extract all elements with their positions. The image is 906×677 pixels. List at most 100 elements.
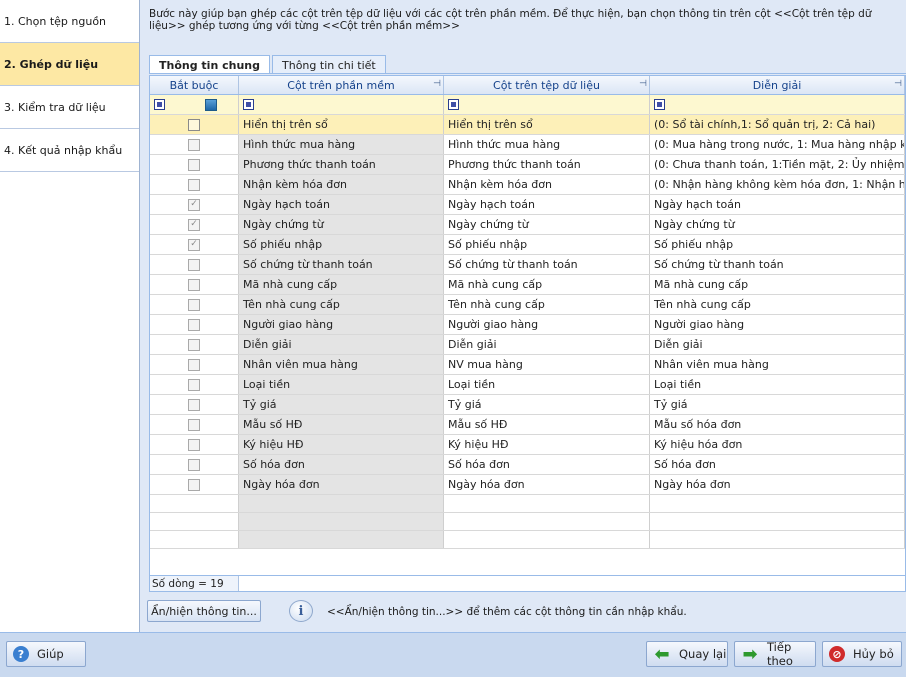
- back-button[interactable]: ⬅ Quay lại: [646, 641, 728, 667]
- step-check-data[interactable]: 3. Kiểm tra dữ liệu: [0, 86, 139, 129]
- table-row[interactable]: Hình thức mua hàng Hình thức mua hàng (0: …: [150, 135, 905, 155]
- file-column-cell[interactable]: Tên nhà cung cấp: [444, 295, 650, 314]
- file-column-cell[interactable]: Số chứng từ thanh toán: [444, 255, 650, 274]
- required-checkbox[interactable]: [188, 118, 200, 131]
- file-column-cell[interactable]: Diễn giải: [444, 335, 650, 354]
- table-row[interactable]: Hiển thị trên sổ Hiển thị trên sổ (0: Sổ t…: [150, 115, 905, 135]
- header-required[interactable]: Bắt buộc: [150, 76, 239, 94]
- grid-header: Bắt buộc Cột trên phần mềm ⊣ Cột trên tệp…: [150, 76, 905, 95]
- table-row[interactable]: Số hóa đơn Số hóa đơn Số hóa đơn: [150, 455, 905, 475]
- file-column-cell[interactable]: Ngày hóa đơn: [444, 475, 650, 494]
- filter-icon[interactable]: [154, 99, 165, 110]
- file-column-cell[interactable]: Nhận kèm hóa đơn: [444, 175, 650, 194]
- required-checkbox[interactable]: [188, 338, 200, 351]
- table-row[interactable]: Mẫu số HĐ Mẫu số HĐ Mẫu số hóa đơn: [150, 415, 905, 435]
- table-row[interactable]: Tên nhà cung cấp Tên nhà cung cấp Tên nhà …: [150, 295, 905, 315]
- table-row[interactable]: Nhân viên mua hàng NV mua hàng Nhân viên m…: [150, 355, 905, 375]
- description-cell: Ngày hạch toán: [650, 195, 905, 214]
- file-column-cell[interactable]: Số phiếu nhập: [444, 235, 650, 254]
- table-row[interactable]: Ký hiệu HĐ Ký hiệu HĐ Ký hiệu hóa đơn: [150, 435, 905, 455]
- required-checkbox[interactable]: [188, 458, 200, 471]
- table-row[interactable]: Số chứng từ thanh toán Số chứng từ thanh …: [150, 255, 905, 275]
- file-column-cell[interactable]: NV mua hàng: [444, 355, 650, 374]
- description-cell: Tên nhà cung cấp: [650, 295, 905, 314]
- header-software-column[interactable]: Cột trên phần mềm ⊣: [239, 76, 444, 94]
- file-column-cell[interactable]: Ngày hạch toán: [444, 195, 650, 214]
- help-button[interactable]: ? Giúp: [6, 641, 86, 667]
- filter-icon[interactable]: [243, 99, 254, 110]
- row-count: Số dòng = 19: [150, 576, 239, 591]
- file-column-cell[interactable]: Số hóa đơn: [444, 455, 650, 474]
- description-cell: Nhân viên mua hàng: [650, 355, 905, 374]
- required-checkbox[interactable]: [188, 478, 200, 491]
- required-checkbox[interactable]: [188, 178, 200, 191]
- table-row[interactable]: Diễn giải Diễn giải Diễn giải: [150, 335, 905, 355]
- help-icon: ?: [13, 646, 29, 662]
- tab-detail-info[interactable]: Thông tin chi tiết: [272, 55, 386, 74]
- table-row[interactable]: ✓ Ngày chứng từ Ngày chứng từ Ngày chứng từ: [150, 215, 905, 235]
- header-description[interactable]: Diễn giải ⊣: [650, 76, 905, 94]
- required-checkbox[interactable]: ✓: [188, 218, 200, 231]
- required-cell: [150, 355, 239, 374]
- tab-divider: [149, 73, 906, 74]
- required-cell: ✓: [150, 215, 239, 234]
- file-column-cell[interactable]: Mã nhà cung cấp: [444, 275, 650, 294]
- table-row[interactable]: ✓ Ngày hạch toán Ngày hạch toán Ngày hạch t…: [150, 195, 905, 215]
- step-choose-source[interactable]: 1. Chọn tệp nguồn: [0, 0, 139, 43]
- required-checkbox[interactable]: [188, 278, 200, 291]
- file-column-cell[interactable]: Mẫu số HĐ: [444, 415, 650, 434]
- table-row[interactable]: Nhận kèm hóa đơn Nhận kèm hóa đơn (0: Nhận…: [150, 175, 905, 195]
- required-checkbox[interactable]: ✓: [188, 198, 200, 211]
- header-file-column[interactable]: Cột trên tệp dữ liệu ⊣: [444, 76, 650, 94]
- file-column-cell[interactable]: Người giao hàng: [444, 315, 650, 334]
- step-map-data[interactable]: 2. Ghép dữ liệu: [0, 43, 139, 86]
- required-checkbox[interactable]: [188, 138, 200, 151]
- required-checkbox[interactable]: [188, 298, 200, 311]
- required-checkbox[interactable]: [188, 378, 200, 391]
- filter-file-column: [444, 95, 650, 114]
- required-cell: [150, 175, 239, 194]
- required-checkbox[interactable]: [188, 398, 200, 411]
- pin-icon[interactable]: ⊣: [433, 79, 441, 89]
- grid-body: Hiển thị trên sổ Hiển thị trên sổ (0: Sổ t…: [150, 115, 905, 495]
- tab-general-info[interactable]: Thông tin chung: [149, 55, 271, 74]
- software-column-cell: Diễn giải: [239, 335, 444, 354]
- required-checkbox[interactable]: ✓: [188, 238, 200, 251]
- cancel-button[interactable]: ⊘ Hủy bỏ: [822, 641, 902, 667]
- description-cell: (0: Nhận hàng không kèm hóa đơn, 1: Nhận…: [650, 175, 905, 194]
- description-cell: Ngày hóa đơn: [650, 475, 905, 494]
- pin-icon[interactable]: ⊣: [894, 79, 902, 89]
- file-column-cell[interactable]: Hiển thị trên sổ: [444, 115, 650, 134]
- file-column-cell[interactable]: Loại tiền: [444, 375, 650, 394]
- required-cell: [150, 155, 239, 174]
- file-column-cell[interactable]: Hình thức mua hàng: [444, 135, 650, 154]
- required-checkbox[interactable]: [188, 438, 200, 451]
- header-required-label: Bắt buộc: [169, 78, 219, 92]
- step-import-result[interactable]: 4. Kết quả nhập khẩu: [0, 129, 139, 172]
- toggle-columns-button[interactable]: Ẩn/hiện thông tin...: [147, 600, 261, 622]
- file-column-cell[interactable]: Phương thức thanh toán: [444, 155, 650, 174]
- file-column-cell[interactable]: Ký hiệu HĐ: [444, 435, 650, 454]
- table-row[interactable]: ✓ Số phiếu nhập Số phiếu nhập Số phiếu nhập: [150, 235, 905, 255]
- next-button[interactable]: ➡ Tiếp theo: [734, 640, 816, 668]
- required-checkbox[interactable]: [188, 258, 200, 271]
- table-row[interactable]: Phương thức thanh toán Phương thức thanh …: [150, 155, 905, 175]
- table-row[interactable]: Mã nhà cung cấp Mã nhà cung cấp Mã nhà cun…: [150, 275, 905, 295]
- bottom-bar: ? Giúp ⬅ Quay lại ➡ Tiếp theo ⊘ Hủy bỏ: [0, 632, 906, 677]
- required-cell: [150, 455, 239, 474]
- required-checkbox[interactable]: [188, 318, 200, 331]
- filter-icon[interactable]: [448, 99, 459, 110]
- file-column-cell[interactable]: Ngày chứng từ: [444, 215, 650, 234]
- table-row[interactable]: Tỷ giá Tỷ giá Tỷ giá: [150, 395, 905, 415]
- required-checkbox[interactable]: [188, 418, 200, 431]
- required-checkbox[interactable]: [188, 158, 200, 171]
- table-row[interactable]: Ngày hóa đơn Ngày hóa đơn Ngày hóa đơn: [150, 475, 905, 495]
- table-row[interactable]: Người giao hàng Người giao hàng Người giao…: [150, 315, 905, 335]
- required-cell: [150, 415, 239, 434]
- file-column-cell[interactable]: Tỷ giá: [444, 395, 650, 414]
- table-row[interactable]: Loại tiền Loại tiền Loại tiền: [150, 375, 905, 395]
- pin-icon[interactable]: ⊣: [639, 79, 647, 89]
- select-all-checkbox[interactable]: [205, 98, 217, 111]
- required-checkbox[interactable]: [188, 358, 200, 371]
- filter-icon[interactable]: [654, 99, 665, 110]
